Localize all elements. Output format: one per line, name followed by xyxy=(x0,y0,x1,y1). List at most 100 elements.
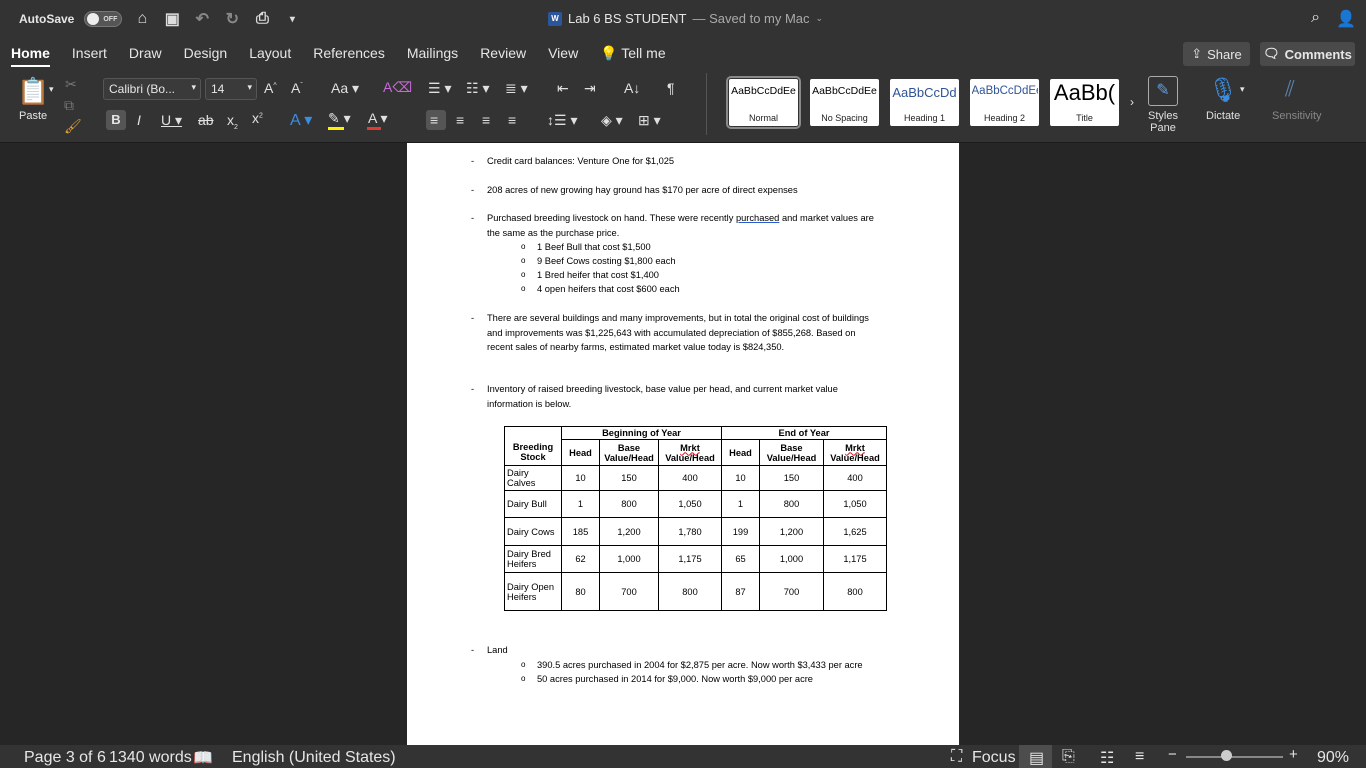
table-cell[interactable]: 1,200 xyxy=(759,517,824,546)
table-cell[interactable]: 700 xyxy=(759,572,824,611)
superscript-button[interactable]: x2 xyxy=(252,110,263,126)
change-case-icon[interactable]: Aa ▾ xyxy=(331,80,359,97)
highlight-color-button[interactable]: ✎ ▾ xyxy=(328,110,351,127)
clear-formatting-icon[interactable]: A⌫ xyxy=(383,79,412,96)
autosave-toggle[interactable]: OFF xyxy=(84,11,123,27)
table-cell[interactable]: 10 xyxy=(721,465,760,491)
language[interactable]: English (United States) xyxy=(232,749,396,767)
decrease-indent-icon[interactable]: ⇤ xyxy=(557,80,569,97)
table-cell[interactable]: 800 xyxy=(823,572,887,611)
dictate-dropdown-icon[interactable]: ▾ xyxy=(1240,84,1245,95)
styles-pane-icon[interactable]: ✎ xyxy=(1148,76,1178,106)
redo-icon[interactable]: ↻ xyxy=(222,9,242,29)
table-cell[interactable]: 1,200 xyxy=(599,517,659,546)
microphone-icon[interactable]: 🎙 xyxy=(1208,76,1238,105)
tab-references[interactable]: References xyxy=(302,38,396,70)
tab-home[interactable]: Home xyxy=(0,38,61,70)
table-cell[interactable]: 1,000 xyxy=(599,545,659,573)
print-icon[interactable]: ⎙ xyxy=(252,10,272,28)
font-size-select[interactable]: 14 ▾ xyxy=(205,78,257,100)
shading-icon[interactable]: ◈ ▾ xyxy=(601,112,623,129)
style-heading-2[interactable]: AaBbCcDdEe Heading 2 xyxy=(970,79,1039,126)
underline-button[interactable]: U ▾ xyxy=(161,112,182,129)
comments-button[interactable]: 🗨 Comments xyxy=(1260,42,1355,66)
format-painter-icon[interactable]: 🖌 xyxy=(64,118,82,135)
zoom-slider-track[interactable] xyxy=(1186,756,1283,758)
focus-label[interactable]: Focus xyxy=(972,749,1016,767)
table-cell[interactable]: 1,175 xyxy=(823,545,887,573)
search-icon[interactable]: ⌕ xyxy=(1311,9,1320,29)
tell-me[interactable]: 💡 Tell me xyxy=(589,38,676,70)
font-color-button[interactable]: A ▾ xyxy=(368,110,387,127)
word-count[interactable]: 1340 words xyxy=(109,749,192,767)
table-cell[interactable]: 800 xyxy=(658,572,722,611)
table-cell[interactable]: 1,050 xyxy=(658,490,722,518)
tab-insert[interactable]: Insert xyxy=(61,38,118,70)
table-cell[interactable]: 1,175 xyxy=(658,545,722,573)
tab-layout[interactable]: Layout xyxy=(238,38,302,70)
cut-icon[interactable]: ✂ xyxy=(65,76,77,93)
table-cell[interactable]: 87 xyxy=(721,572,760,611)
style-normal[interactable]: AaBbCcDdEe Normal xyxy=(726,76,801,129)
document-title[interactable]: W Lab 6 BS STUDENT — Saved to my Mac ⌄ xyxy=(548,11,823,26)
table-cell[interactable]: 150 xyxy=(759,465,824,491)
account-icon[interactable]: 👤 xyxy=(1336,9,1356,29)
tab-design[interactable]: Design xyxy=(173,38,239,70)
row-label-cell[interactable]: Dairy Cows xyxy=(504,517,562,546)
livestock-table[interactable]: Beginning of Year End of Year Breeding St… xyxy=(504,426,887,611)
table-cell[interactable]: 150 xyxy=(599,465,659,491)
style-no-spacing[interactable]: AaBbCcDdEe No Spacing xyxy=(810,79,879,126)
paste-dropdown-icon[interactable]: ▾ xyxy=(49,84,54,95)
font-name-select[interactable]: Calibri (Bo... ▾ xyxy=(103,78,201,100)
table-cell[interactable]: 62 xyxy=(561,545,600,573)
zoom-out-button[interactable]: − xyxy=(1168,746,1177,763)
table-cell[interactable]: 1,050 xyxy=(823,490,887,518)
print-layout-icon[interactable]: ▤ xyxy=(1029,748,1044,768)
table-cell[interactable]: 1 xyxy=(561,490,600,518)
style-heading-1[interactable]: AaBbCcDd Heading 1 xyxy=(890,79,959,126)
numbering-icon[interactable]: ☷ ▾ xyxy=(466,80,489,97)
copy-icon[interactable]: ⧉ xyxy=(64,97,74,114)
style-title[interactable]: AaBb(Title xyxy=(1050,79,1119,126)
table-cell[interactable]: 65 xyxy=(721,545,760,573)
spelling-flagged-word[interactable]: Mrkt xyxy=(845,443,865,453)
table-cell[interactable]: 800 xyxy=(599,490,659,518)
bold-button[interactable]: B xyxy=(106,110,126,130)
row-label-cell[interactable]: Dairy Bred Heifers xyxy=(504,545,562,573)
row-label-cell[interactable]: Dairy Calves xyxy=(504,465,562,491)
web-layout-icon[interactable]: ⎘ xyxy=(1062,748,1075,766)
multilevel-list-icon[interactable]: ≣ ▾ xyxy=(505,80,528,97)
document-page[interactable]: - Credit card balances: Venture One for $… xyxy=(407,143,959,745)
table-cell[interactable]: 185 xyxy=(561,517,600,546)
row-label-cell[interactable]: Dairy Open Heifers xyxy=(504,572,562,611)
save-icon[interactable]: ▣ xyxy=(162,9,182,29)
shrink-font-icon[interactable]: Aˇ xyxy=(291,80,303,96)
table-cell[interactable]: 1,000 xyxy=(759,545,824,573)
show-formatting-icon[interactable]: ¶ xyxy=(667,80,675,96)
home-icon[interactable]: ⌂ xyxy=(132,10,152,28)
borders-icon[interactable]: ⊞ ▾ xyxy=(638,112,661,129)
italic-button[interactable]: I xyxy=(137,112,141,128)
table-cell[interactable]: 800 xyxy=(759,490,824,518)
table-cell[interactable]: 10 xyxy=(561,465,600,491)
styles-gallery-next-icon[interactable]: › xyxy=(1130,95,1134,109)
spelling-flagged-word[interactable]: Mrkt xyxy=(680,443,700,453)
sort-icon[interactable]: A↓ xyxy=(624,80,640,96)
bullets-icon[interactable]: ☰ ▾ xyxy=(428,80,451,97)
share-button[interactable]: ⇪ Share xyxy=(1183,42,1250,66)
tab-review[interactable]: Review xyxy=(469,38,537,70)
strikethrough-button[interactable]: ab xyxy=(198,112,214,128)
table-cell[interactable]: 400 xyxy=(823,465,887,491)
table-cell[interactable]: 1,780 xyxy=(658,517,722,546)
align-right-icon[interactable]: ≡ xyxy=(482,112,490,128)
focus-icon[interactable]: ⛶ xyxy=(951,748,962,766)
page-count[interactable]: Page 3 of 6 xyxy=(24,749,106,767)
table-cell[interactable]: 199 xyxy=(721,517,760,546)
line-spacing-icon[interactable]: ↕☰ ▾ xyxy=(547,112,577,129)
outline-view-icon[interactable]: ☷ xyxy=(1100,748,1114,768)
justify-icon[interactable]: ≡ xyxy=(508,112,516,128)
tab-view[interactable]: View xyxy=(537,38,589,70)
draft-view-icon[interactable]: ≡ xyxy=(1135,748,1144,766)
tab-mailings[interactable]: Mailings xyxy=(396,38,469,70)
align-center-icon[interactable]: ≡ xyxy=(456,112,464,128)
